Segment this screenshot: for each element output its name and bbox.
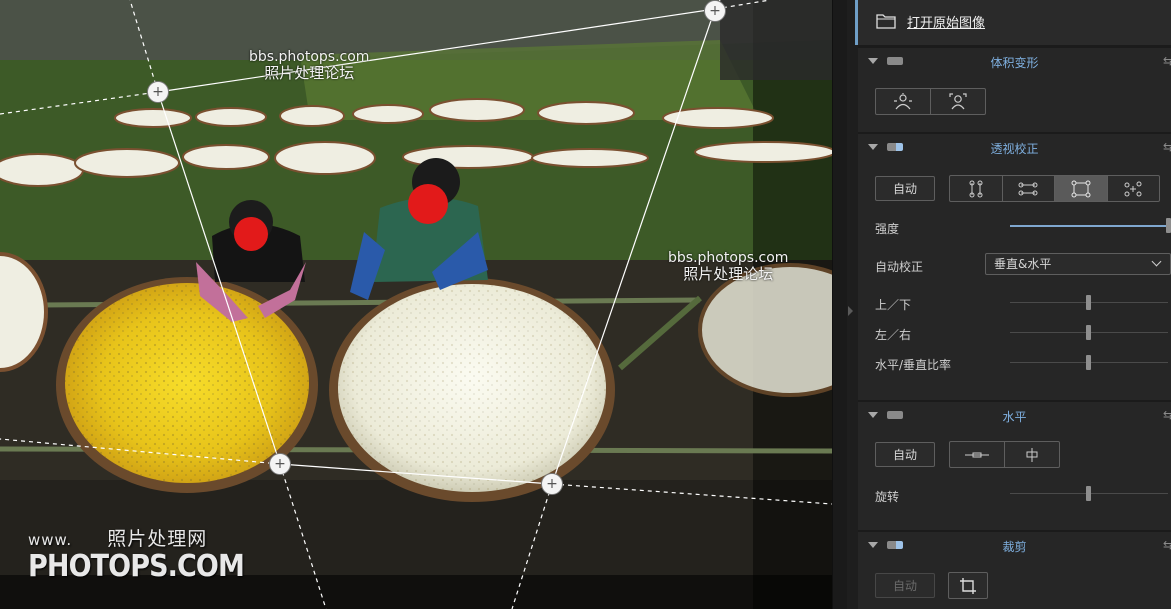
chevron-down-icon — [1151, 256, 1162, 267]
updown-slider[interactable] — [1010, 295, 1168, 311]
reset-icon[interactable]: ⇆ — [1163, 408, 1171, 422]
watermark-right: bbs.photops.com 照片处理论坛 — [668, 250, 788, 282]
plus-icon: + — [274, 456, 286, 472]
ratio-slider[interactable] — [1010, 355, 1168, 371]
volume-mode-group — [875, 88, 986, 115]
plus-icon: + — [709, 3, 721, 19]
rotate-thumb[interactable] — [1086, 486, 1091, 501]
open-original-label: 打开原始图像 — [907, 16, 986, 31]
watermark-top: bbs.photops.com 照片处理论坛 — [249, 49, 369, 81]
person-center-icon — [894, 92, 912, 109]
volume-mode-person-portrait[interactable] — [931, 89, 985, 114]
reset-icon[interactable]: ⇆ — [1163, 140, 1171, 154]
level-auto-button[interactable]: 自动 — [875, 442, 935, 467]
watermark-right-cn: 照片处理论坛 — [683, 265, 774, 283]
rotate-slider[interactable] — [1010, 486, 1168, 502]
ratio-label: 水平/垂直比率 — [875, 358, 952, 372]
photo — [0, 0, 832, 609]
rotate-label: 旋转 — [875, 490, 900, 504]
section-header[interactable]: 体积变形 ⇆ — [858, 48, 1171, 76]
free-points-icon — [1124, 181, 1142, 196]
horizontal-guides-icon — [1018, 182, 1038, 195]
vertical-level-icon — [1026, 447, 1038, 462]
perspective-mode-vertical[interactable] — [950, 176, 1003, 201]
panel-divider[interactable] — [832, 0, 847, 609]
perspective-handle-bottom-left[interactable]: + — [269, 453, 291, 475]
leftright-label: 左／右 — [875, 328, 912, 342]
autocorrect-dropdown[interactable]: 垂直&水平 — [985, 253, 1171, 275]
section-level: 水平 ⇆ 自动 旋转 — [858, 400, 1171, 530]
level-mode-vertical[interactable] — [1005, 442, 1059, 467]
folder-icon — [876, 14, 896, 29]
autocorrect-label: 自动校正 — [875, 260, 924, 274]
perspective-handle-top-right[interactable]: + — [704, 0, 726, 22]
section-header[interactable]: 透视校正 ⇆ — [858, 134, 1171, 162]
section-title: 水平 — [1002, 410, 1027, 424]
perspective-auto-button[interactable]: 自动 — [875, 176, 935, 201]
plus-icon: + — [546, 476, 558, 492]
leftright-thumb[interactable] — [1086, 325, 1091, 340]
watermark-bottom-cn: 照片处理网 — [107, 528, 208, 550]
adjustments-panel: 打开原始图像 体积变形 ⇆ 透视校正 ⇆ 自动 强度 自动校正 垂直&水平 上／… — [858, 0, 1171, 609]
rectangle-guides-icon — [1071, 180, 1091, 197]
perspective-handle-bottom-right[interactable]: + — [541, 473, 563, 495]
perspective-mode-horizontal[interactable] — [1003, 176, 1055, 201]
strength-slider[interactable] — [1010, 218, 1171, 234]
section-title: 透视校正 — [990, 142, 1039, 156]
collapse-panel-icon[interactable] — [848, 306, 853, 316]
open-original-button[interactable]: 打开原始图像 — [858, 0, 1171, 46]
autocorrect-value: 垂直&水平 — [994, 257, 1052, 271]
perspective-handle-top-left[interactable]: + — [147, 81, 169, 103]
horizontal-level-icon — [965, 452, 989, 457]
perspective-mode-rectangle[interactable] — [1055, 176, 1108, 201]
watermark-top-url: bbs.photops.com — [249, 49, 370, 65]
perspective-mode-group — [949, 175, 1160, 202]
plus-icon: + — [152, 84, 164, 100]
image-canvas[interactable]: + + + + bbs.photops.com 照片处理论坛 bbs.photo… — [0, 0, 832, 609]
section-header[interactable]: 裁剪 ⇆ — [858, 532, 1171, 560]
level-mode-group — [949, 441, 1060, 468]
reset-icon[interactable]: ⇆ — [1163, 54, 1171, 68]
reset-icon[interactable]: ⇆ — [1163, 538, 1171, 552]
level-mode-horizontal[interactable] — [950, 442, 1005, 467]
person-portrait-icon — [949, 92, 967, 109]
section-title: 裁剪 — [1002, 540, 1027, 554]
strength-fill — [1010, 225, 1166, 227]
leftright-slider[interactable] — [1010, 325, 1168, 341]
perspective-mode-free[interactable] — [1108, 176, 1160, 201]
updown-label: 上／下 — [875, 298, 912, 312]
section-perspective-correction: 透视校正 ⇆ 自动 强度 自动校正 垂直&水平 上／下 左／右 水平/垂直比率 — [858, 132, 1171, 400]
section-header[interactable]: 水平 ⇆ — [858, 402, 1171, 430]
strength-label: 强度 — [875, 222, 900, 236]
crop-auto-button[interactable]: 自动 — [875, 573, 935, 598]
watermark-bottom-www: www. — [28, 531, 73, 549]
volume-mode-person-center[interactable] — [876, 89, 931, 114]
vertical-guides-icon — [969, 180, 983, 197]
section-title: 体积变形 — [990, 56, 1039, 70]
crop-tool-button[interactable] — [948, 572, 988, 599]
ratio-thumb[interactable] — [1086, 355, 1091, 370]
strength-thumb[interactable] — [1166, 218, 1171, 233]
watermark-bottom: www. 照片处理网 PHOTOPS.COM — [28, 524, 268, 583]
section-volume-deformation: 体积变形 ⇆ — [858, 46, 1171, 132]
watermark-bottom-brand: PHOTOPS.COM — [28, 549, 245, 584]
watermark-top-cn: 照片处理论坛 — [264, 64, 355, 82]
updown-thumb[interactable] — [1086, 295, 1091, 310]
crop-icon — [960, 578, 976, 594]
watermark-right-url: bbs.photops.com — [668, 250, 789, 266]
section-crop: 裁剪 ⇆ 自动 — [858, 530, 1171, 609]
